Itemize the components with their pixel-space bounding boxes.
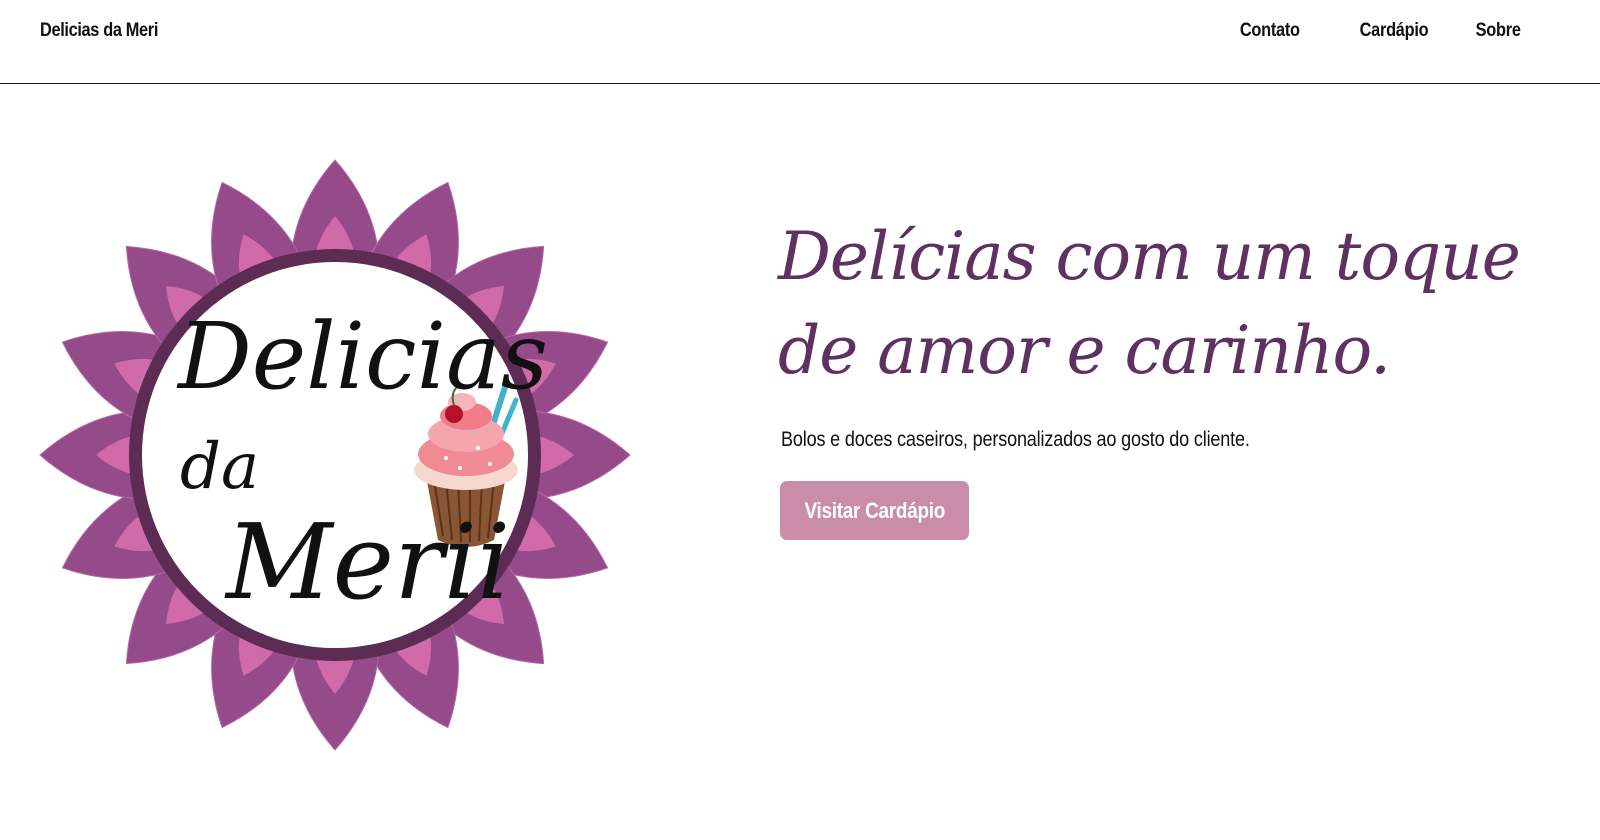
logo-text-line3: Merii: [224, 501, 510, 623]
top-navbar: Delicias da Meri Contato Cardápio Sobre: [0, 0, 1600, 84]
visit-menu-button[interactable]: Visitar Cardápio: [780, 481, 969, 540]
brand-link[interactable]: Delicias da Meri: [40, 20, 158, 42]
hero-subtitle: Bolos e doces caseiros, personalizados a…: [781, 428, 1250, 451]
logo-text-line1: Delicias: [176, 303, 548, 410]
nav-link-cardapio[interactable]: Cardápio: [1360, 20, 1429, 42]
nav-link-sobre[interactable]: Sobre: [1476, 20, 1521, 42]
logo-flower-emblem: Delicias da Merii: [39, 159, 631, 751]
logo-text-line2: da: [180, 430, 259, 504]
nav-link-contato[interactable]: Contato: [1240, 20, 1300, 42]
visit-menu-button-label: Visitar Cardápio: [804, 497, 945, 523]
hero-title: Delícias com um toque de amor e carinho.: [778, 218, 1521, 389]
brand-logo: Delicias da Merii: [38, 158, 632, 752]
